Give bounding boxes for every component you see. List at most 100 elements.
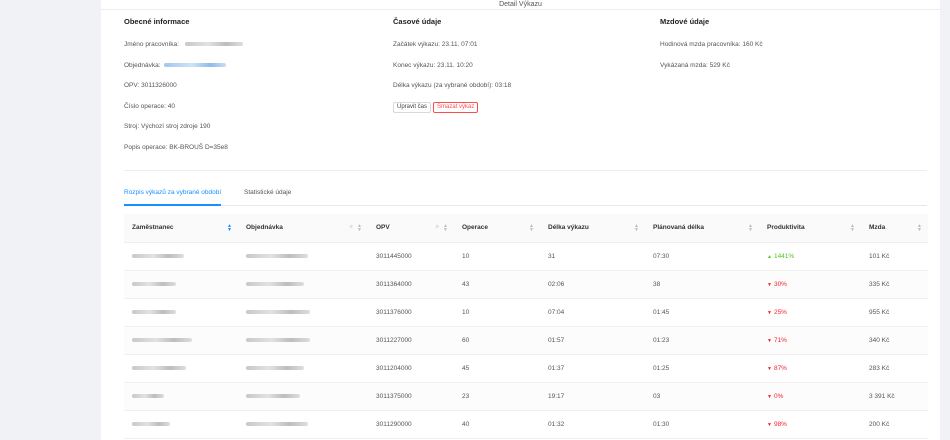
column-header-productivity[interactable]: Produktivita ▲ ▼ — [759, 214, 861, 243]
planned-cell: 38 — [645, 270, 759, 299]
employee-redacted — [132, 365, 186, 370]
wage-cell: 340 Kč — [861, 326, 928, 355]
trend-down-icon: ▼ — [767, 309, 772, 316]
table-row[interactable]: 3011375000 23 19:17 03 ▼ 0% 3 391 Kč — [124, 382, 928, 411]
table-row[interactable]: 3011204000 45 01:37 01:25 ▼ 87% 283 Kč — [124, 354, 928, 383]
employee-redacted — [132, 253, 184, 258]
employee-cell — [124, 382, 238, 411]
employee-redacted — [132, 309, 176, 314]
operation-number-value: 40 — [167, 102, 175, 110]
search-icon[interactable]: ⌕ — [436, 224, 439, 231]
order-label: Objednávka: — [124, 61, 161, 69]
sort-icon[interactable]: ▲ ▼ — [357, 224, 362, 233]
employee-redacted — [132, 421, 170, 426]
opv-cell: 3011445000 — [368, 242, 454, 271]
planned-cell: 01:25 — [645, 354, 759, 383]
operation-cell: 43 — [454, 270, 540, 299]
length-cell: 07:04 — [540, 298, 645, 327]
wage-info-section: Mzdové údaje Hodinová mzda pracovníka: 1… — [660, 17, 763, 80]
time-actions: Upravit čas Smazat výkaz — [393, 101, 511, 122]
sort-icon[interactable]: ▲ ▼ — [850, 224, 855, 233]
opv-cell: 3011227000 — [368, 326, 454, 355]
order-cell — [238, 298, 368, 327]
sort-icon[interactable]: ▲ ▼ — [917, 224, 922, 233]
tab-bar: Rozpis výkazů za vybrané období Statisti… — [124, 186, 927, 206]
employee-redacted — [184, 42, 243, 47]
operation-cell: 23 — [454, 382, 540, 411]
sort-icon[interactable]: ▲ ▼ — [529, 224, 534, 233]
order-redacted — [246, 365, 304, 370]
wage-cell: 335 Kč — [861, 270, 928, 299]
column-header-planned[interactable]: Plánovaná délka ▲ ▼ — [645, 214, 759, 243]
table-row[interactable]: 3011227000 60 01:57 01:23 ▼ 71% 340 Kč — [124, 326, 928, 355]
employee-cell — [124, 354, 238, 383]
trend-down-icon: ▼ — [767, 337, 772, 344]
machine-value: Výchozí stroj zdroje 190 — [140, 123, 211, 130]
search-icon[interactable]: ⌕ — [350, 224, 353, 231]
reported-wage-value: 529 Kč — [709, 61, 730, 69]
operation-description-label: Popis operace: — [124, 143, 168, 151]
column-header-length[interactable]: Délka výkazu ▲ ▼ — [540, 214, 645, 243]
general-info-heading: Obecné informace — [124, 17, 190, 26]
sort-icon[interactable]: ▲ ▼ — [748, 224, 753, 233]
operation-description-field: Popis operace: BK-BROUŠ D=35e8 — [124, 142, 243, 163]
operation-cell: 40 — [454, 410, 540, 439]
report-detail-panel: Detail Výkazu Obecné informace Jméno pra… — [101, 0, 940, 440]
order-cell — [238, 326, 368, 355]
table-row[interactable]: 3011364000 43 02:06 38 ▼ 30% 335 Kč — [124, 270, 928, 299]
reported-wage-label: Vykázaná mzda: — [660, 61, 708, 69]
order-redacted-link[interactable] — [164, 62, 227, 67]
operation-cell: 10 — [454, 298, 540, 327]
delete-report-button[interactable]: Smazat výkaz — [433, 101, 479, 113]
planned-cell: 01:45 — [645, 298, 759, 327]
column-header-operation[interactable]: Operace ▲ ▼ — [454, 214, 540, 243]
productivity-cell: ▼ 71% — [759, 326, 861, 355]
operation-cell: 60 — [454, 326, 540, 355]
employee-cell — [124, 326, 238, 355]
wage-cell: 3 391 Kč — [861, 382, 928, 411]
opv-cell: 3011290000 — [368, 410, 454, 439]
operation-number-field: Číslo operace: 40 — [124, 101, 243, 122]
opv-label: OPV: — [124, 82, 140, 89]
start-value: 23.11. 07:01 — [441, 41, 478, 48]
sort-active-icon[interactable]: ▲ ▼ — [227, 224, 232, 233]
order-redacted — [246, 393, 300, 398]
column-header-employee[interactable]: Zaměstnanec ▲ ▼ — [124, 214, 238, 243]
operation-cell: 45 — [454, 354, 540, 383]
table-row[interactable]: 3011376000 10 07:04 01:45 ▼ 25% 955 Kč — [124, 298, 928, 327]
length-cell: 01:32 — [540, 410, 645, 439]
start-label: Začátek výkazu: — [393, 41, 440, 48]
productivity-cell: ▼ 30% — [759, 270, 861, 299]
sort-icon[interactable]: ▲ ▼ — [443, 224, 448, 233]
section-divider — [124, 170, 927, 171]
productivity-cell: ▼ 0% — [759, 382, 861, 411]
wage-cell: 200 Kč — [861, 410, 928, 439]
table-row[interactable]: 3011290000 40 01:32 01:30 ▼ 98% 200 Kč — [124, 410, 928, 439]
opv-field: OPV: 3011326000 — [124, 80, 243, 101]
employee-cell — [124, 242, 238, 271]
opv-cell: 3011364000 — [368, 270, 454, 299]
trend-down-icon: ▼ — [767, 365, 772, 372]
planned-cell: 01:23 — [645, 326, 759, 355]
order-redacted — [246, 253, 308, 258]
column-header-order[interactable]: Objednávka ⌕ ▲ ▼ — [238, 214, 368, 243]
order-cell — [238, 354, 368, 383]
planned-cell: 03 — [645, 382, 759, 411]
sort-icon[interactable]: ▲ ▼ — [634, 224, 639, 233]
machine-field: Stroj: Výchozí stroj zdroje 190 — [124, 121, 243, 142]
hourly-wage-field: Hodinová mzda pracovníka: 160 Kč — [660, 39, 763, 60]
operation-cell: 10 — [454, 242, 540, 271]
order-cell — [238, 270, 368, 299]
opv-cell: 3011376000 — [368, 298, 454, 327]
tab-statistics[interactable]: Statistické údaje — [244, 186, 291, 206]
tab-report-breakdown[interactable]: Rozpis výkazů za vybrané období — [124, 186, 222, 206]
operation-description-value: BK-BROUŠ D=35e8 — [169, 143, 228, 151]
edit-time-button[interactable]: Upravit čas — [393, 101, 432, 113]
column-header-wage[interactable]: Mzda ▲ ▼ — [861, 214, 928, 243]
planned-cell: 07:30 — [645, 242, 759, 271]
order-redacted — [246, 281, 304, 286]
wage-info-heading: Mzdové údaje — [660, 17, 710, 26]
table-row[interactable]: 3011445000 10 31 07:30 ▲ 1441% 101 Kč — [124, 242, 928, 271]
hourly-wage-label: Hodinová mzda pracovníka: — [660, 41, 741, 48]
column-header-opv[interactable]: OPV ⌕ ▲ ▼ — [368, 214, 454, 243]
